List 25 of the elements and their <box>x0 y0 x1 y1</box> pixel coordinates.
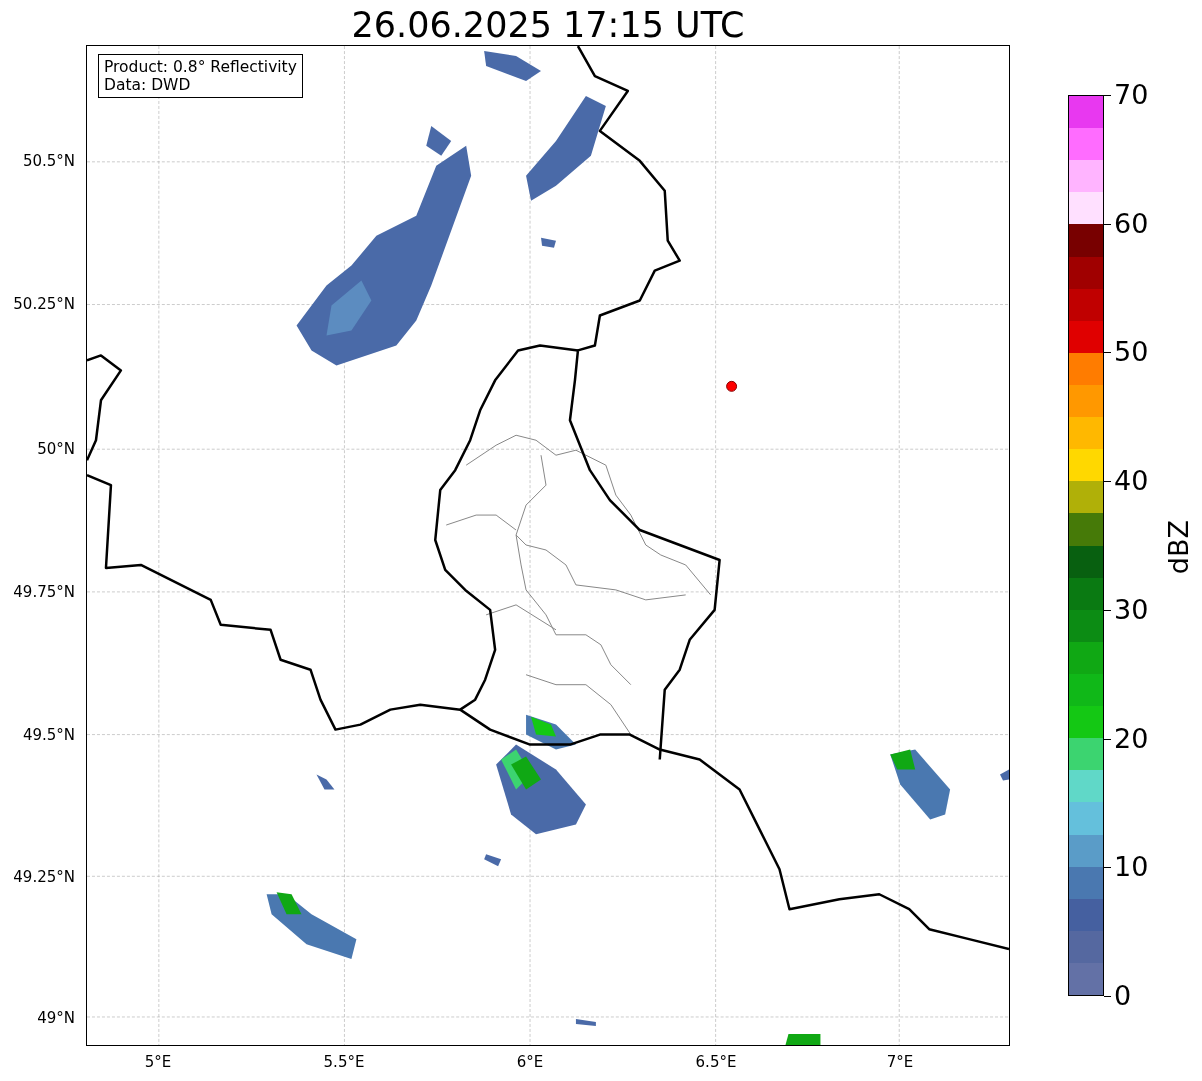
latitude-label: 49.25°N <box>13 868 75 886</box>
longitude-label: 5°E <box>144 1053 172 1071</box>
colorbar-tick-label: 40 <box>1114 466 1149 497</box>
latitude-label: 49.75°N <box>13 583 75 601</box>
colorbar-tick-label: 60 <box>1114 208 1149 239</box>
longitude-label: 6°E <box>516 1053 544 1071</box>
colorbar-title: dBZ <box>1164 520 1194 575</box>
latitude-label: 50.25°N <box>13 295 75 313</box>
colorbar-tick-label: 0 <box>1114 981 1132 1011</box>
plot-title: 26.06.2025 17:15 UTC <box>350 4 746 46</box>
latitude-label: 49.5°N <box>22 726 75 744</box>
latitude-label: 49°N <box>37 1009 75 1027</box>
longitude-label: 6.5°E <box>695 1053 737 1071</box>
info-text: Product: 0.8° Reflectivity <box>104 58 297 76</box>
colorbar-tick-label: 70 <box>1114 80 1149 110</box>
colorbar-tick-label: 20 <box>1114 723 1149 754</box>
colorbar-tick-label: 50 <box>1114 337 1149 368</box>
latitude-label: 50°N <box>37 440 75 458</box>
longitude-label: 5.5°E <box>323 1053 365 1071</box>
info-text: Data: DWD <box>104 76 192 94</box>
longitude-label: 7°E <box>886 1053 914 1071</box>
location-marker <box>726 380 738 392</box>
latitude-label: 50.5°N <box>22 152 75 170</box>
colorbar-tick-label: 10 <box>1114 852 1149 883</box>
colorbar-tick-label: 30 <box>1114 594 1149 625</box>
